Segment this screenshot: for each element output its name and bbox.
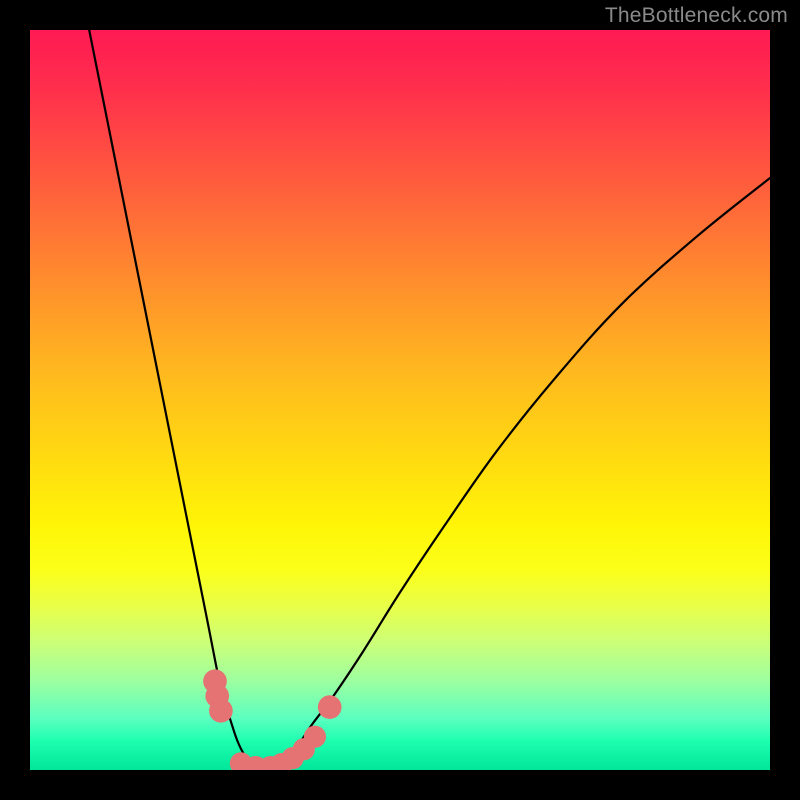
marker-layer — [203, 669, 341, 770]
plot-area — [30, 30, 770, 770]
watermark-text: TheBottleneck.com — [605, 4, 788, 28]
data-point — [209, 699, 233, 723]
chart-frame: TheBottleneck.com — [0, 0, 800, 800]
data-point — [304, 726, 326, 748]
curve-layer — [89, 30, 770, 770]
series-left-curve — [89, 30, 259, 770]
series-right-curve — [274, 178, 770, 770]
chart-svg — [30, 30, 770, 770]
data-point — [318, 695, 342, 719]
